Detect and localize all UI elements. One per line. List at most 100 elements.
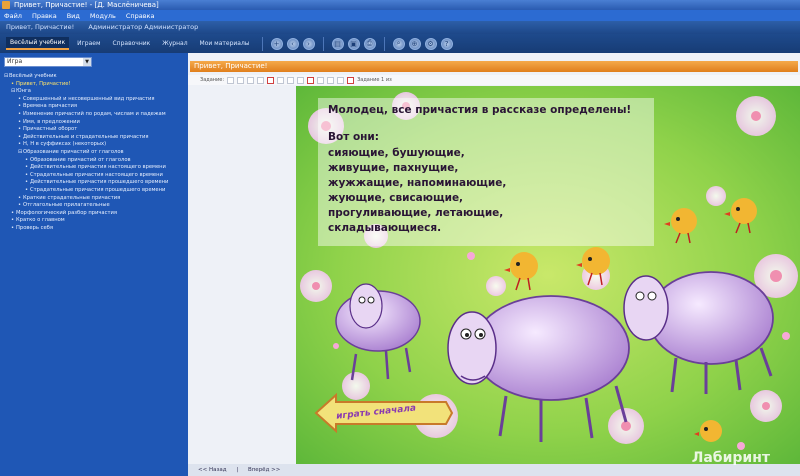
nav-divider: | [236,467,239,473]
result-heading: Молодец, все причастия в рассказе опреде… [328,104,632,116]
menu-file[interactable]: Файл [4,12,22,20]
tab-textbook[interactable]: Весёлый учебник [6,37,70,50]
sidebar-item[interactable]: • Изменение причастий по родам, числам и … [4,111,186,119]
tab-play[interactable]: Играем [73,38,104,49]
word-line: жужжащие, напоминающие, [328,177,507,189]
task-cell[interactable] [337,76,345,84]
menu-view[interactable]: Вид [67,12,80,20]
section-select-value: Игра [7,58,23,65]
sidebar: Игра ▼ ⊟Весёлый учебник • Привет, Причасти… [0,53,188,476]
tab-reference[interactable]: Справочник [108,38,154,49]
app-header-title: Привет, Причастие! [6,23,75,31]
sidebar-item[interactable]: • Краткие страдательные причастия [4,195,186,203]
sidebar-item-label: Проверь себя [16,224,53,231]
sidebar-item-label: Весёлый учебник [9,73,57,79]
sidebar-item[interactable]: • Отглагольные прилагательные [4,202,186,210]
sidebar-item-label: Образование причастий от глаголов [23,148,124,155]
sidebar-item[interactable]: • Времена причастия [4,103,186,111]
watermark-logo: Лабиринт [691,450,770,466]
sidebar-item[interactable]: • Страдательные причастия настоящего врем… [4,172,186,180]
task-cell-marked[interactable] [347,76,355,84]
sidebar-item-label: Кратко о главном [16,217,65,224]
sidebar-item-label: Страдательные причастия настоящего време… [30,171,163,178]
menu-module[interactable]: Модуль [90,12,116,20]
word-line: сияющие, бушующие, [328,147,465,159]
sidebar-item-label: Времена причастия [23,103,78,110]
task-cell[interactable] [327,76,335,84]
print-icon[interactable]: ⎙ [363,37,376,50]
word-line: прогуливающие, летающие, [328,207,504,219]
menu-edit[interactable]: Правка [32,12,57,20]
sidebar-item[interactable]: • Страдательные причастия прошедшего врем… [4,187,186,195]
menu-bar: Файл Правка Вид Модуль Справка [0,10,800,21]
lesson-scene: Молодец, все причастия в рассказе опреде… [296,86,800,464]
page-label: Задание 1 из [357,77,392,83]
sidebar-item[interactable]: • Имя, в предложении [4,119,186,127]
sidebar-item-label: Страдательные причастия прошедшего време… [30,186,166,193]
window-titlebar: Привет, Причастие! - [Д. Маслёничева] [0,0,800,10]
sidebar-item[interactable]: • Действительные и страдательные причасти… [4,134,186,142]
sidebar-item[interactable]: • Привет, Причастие! [4,81,186,89]
sidebar-item[interactable]: • Действительные причастия прошедшего вре… [4,179,186,187]
sidebar-item-label: Морфологический разбор причастия [16,209,117,216]
sidebar-item-label: Юнга [16,88,31,95]
task-cell[interactable] [257,76,265,84]
settings-icon[interactable]: ⚙ [424,37,437,50]
sidebar-item-label: Причастный оборот [23,126,78,133]
contents-tree: ⊟Весёлый учебник • Привет, Причастие! ⊟Юнга… [4,73,186,232]
toolbar-separator [322,36,324,51]
sidebar-item[interactable]: • Действительные причастия настоящего вре… [4,164,186,172]
sidebar-item[interactable]: • Образование причастий от глаголов [4,157,186,165]
sidebar-item-label: Изменение причастий по родам, числам и п… [23,110,166,117]
section-select[interactable]: Игра ▼ [4,57,92,67]
task-cell[interactable] [277,76,285,84]
task-cell[interactable] [237,76,245,84]
search-icon[interactable]: ⌕ [392,37,405,50]
nav-back-link[interactable]: << Назад [198,467,227,473]
book-icon[interactable]: ▤ [331,37,344,50]
app-icon [2,1,10,9]
sidebar-item[interactable]: • Н, Н в суффиксах (некоторых) [4,141,186,149]
help-icon[interactable]: ? [440,37,453,50]
forward-icon[interactable]: › [302,37,315,50]
app-header-user: Администратор Администратор [88,23,199,31]
sidebar-item[interactable]: • Кратко о главном [4,217,186,225]
tab-my-materials[interactable]: Мои материалы [196,38,254,49]
task-cell[interactable] [247,76,255,84]
result-subheading: Вот они: [328,131,379,143]
sidebar-item[interactable]: ⊟Образование причастий от глаголов [4,149,186,157]
task-cell-marked[interactable] [267,76,275,84]
task-cell[interactable] [317,76,325,84]
task-cell[interactable] [297,76,305,84]
sidebar-item-label: Действительные и страдательные причастия [23,133,149,140]
chevron-down-icon[interactable]: ▼ [83,58,91,66]
sidebar-item-label: Образование причастий от глаголов [30,156,131,163]
sidebar-item-label: Действительные причастия прошедшего врем… [30,179,169,186]
image-icon[interactable]: ▣ [347,37,360,50]
content-panel: Привет, Причастие! Задание: Задание 1 из [188,53,800,476]
tab-journal[interactable]: Журнал [158,38,191,49]
menu-help[interactable]: Справка [126,12,155,20]
toolbar-separator [261,36,263,51]
nav-forward-link[interactable]: Вперёд >> [248,467,280,473]
sidebar-item[interactable]: ⊟Весёлый учебник [4,73,186,81]
task-cell[interactable] [227,76,235,84]
sidebar-item[interactable]: • Проверь себя [4,225,186,233]
sidebar-item[interactable]: • Морфологический разбор причастия [4,210,186,218]
word-line: складывающиеся. [328,222,442,234]
word-line: жующие, свисающие, [328,192,464,204]
sidebar-item[interactable]: • Совершенный и несовершенный вид причаст… [4,96,186,104]
sidebar-item-label: Привет, Причастие! [16,80,71,87]
plus-icon[interactable]: + [270,37,283,50]
back-icon[interactable]: ‹ [286,37,299,50]
sidebar-item[interactable]: ⊟Юнга [4,88,186,96]
toolbar-separator [383,36,385,51]
word-line: живущие, пахнущие, [328,162,459,174]
task-cell[interactable] [287,76,295,84]
task-cell-marked[interactable] [307,76,315,84]
content-toolstrip: Задание: Задание 1 из [188,75,800,85]
app-header: Привет, Причастие! Администратор Админис… [0,21,800,34]
sidebar-item[interactable]: • Причастный оборот [4,126,186,134]
zoom-icon[interactable]: ⊕ [408,37,421,50]
task-label: Задание: [200,77,225,83]
